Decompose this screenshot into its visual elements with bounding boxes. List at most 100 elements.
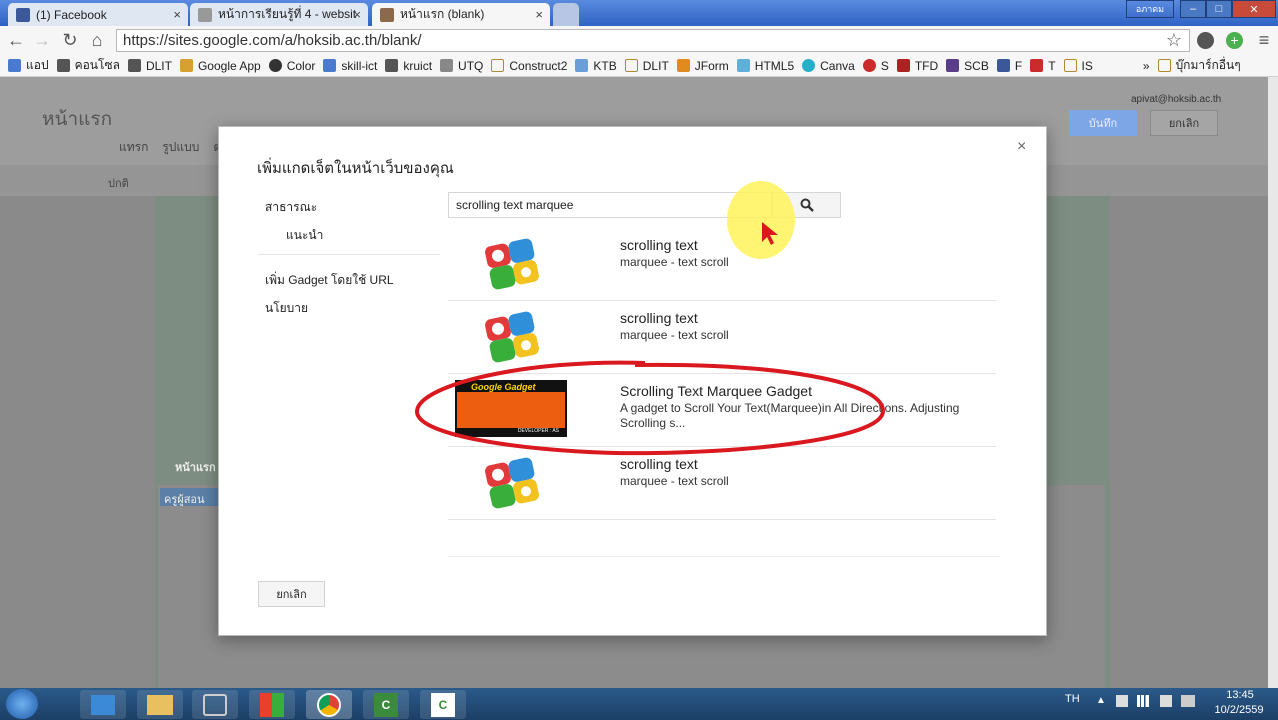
close-tab-icon[interactable]: × — [353, 7, 361, 22]
gadget-search-input[interactable]: scrolling text marquee — [448, 192, 772, 218]
taskbar-app-icon[interactable] — [80, 690, 126, 719]
url-text: https://sites.google.com/a/hoksib.ac.th/… — [123, 32, 422, 49]
close-window-button[interactable]: ✕ — [1232, 0, 1276, 18]
reload-icon[interactable]: ↻ — [59, 30, 81, 51]
start-button[interactable] — [6, 689, 38, 719]
bookmark-label: kruict — [403, 58, 433, 73]
profile-badge[interactable]: อภาดม — [1126, 0, 1174, 18]
bookmark-icon — [385, 59, 399, 72]
bookmarks-bar: แอป คอนโซล DLIT Google App Color skill-i… — [0, 55, 1278, 77]
dialog-cancel-button[interactable]: ยกเลิก — [258, 581, 325, 607]
bookmark-icon — [575, 59, 589, 72]
signal-icon[interactable] — [1137, 695, 1149, 707]
bookmark-item[interactable]: Canva — [802, 59, 855, 73]
sidebar-recommended[interactable]: แนะนำ — [286, 226, 323, 245]
tab-home-blank[interactable]: หน้าแรก (blank) × — [372, 3, 550, 26]
taskbar-chrome[interactable] — [306, 690, 352, 719]
extension-icon[interactable] — [1197, 32, 1214, 49]
save-button[interactable]: บันทึก — [1069, 110, 1137, 136]
new-tab-button[interactable] — [553, 3, 579, 26]
nav-teacher-label: ครูผู้สอน — [160, 488, 220, 506]
camtasia-recorder-icon: C — [431, 692, 455, 717]
maximize-button[interactable]: □ — [1206, 0, 1232, 18]
bookmark-item[interactable]: kruict — [385, 59, 432, 73]
bookmark-item[interactable]: HTML5 — [736, 59, 794, 73]
bookmark-item[interactable]: skill-ict — [323, 59, 377, 73]
home-icon[interactable]: ⌂ — [86, 30, 108, 51]
cancel-edit-button[interactable]: ยกเลิก — [1150, 110, 1218, 136]
bookmark-label: แอป — [26, 58, 49, 72]
sidebar-add-by-url[interactable]: เพิ่ม Gadget โดยใช้ URL — [265, 271, 394, 290]
bookmark-label: Google App — [197, 58, 261, 73]
tab-label: หน้าการเรียนรู้ที่ 4 - websit — [218, 7, 357, 21]
forward-icon[interactable]: → — [31, 30, 53, 51]
clock-time[interactable]: 13:45 — [1220, 689, 1260, 701]
bookmark-label: KTB — [593, 58, 617, 73]
bookmark-label: S — [880, 58, 889, 73]
clock-date[interactable]: 10/2/2559 — [1209, 704, 1269, 716]
bookmark-item[interactable]: JForm — [676, 59, 729, 73]
close-tab-icon[interactable]: × — [173, 7, 181, 22]
taskbar-explorer[interactable] — [137, 690, 183, 719]
profile-label: อภาดม — [1135, 4, 1165, 14]
bookmark-item[interactable]: แอป — [8, 56, 49, 75]
result-title[interactable]: scrolling text — [620, 237, 698, 253]
bookmark-item[interactable]: T — [1030, 59, 1056, 73]
result-title[interactable]: scrolling text — [620, 310, 698, 326]
bookmark-item[interactable]: คอนโซล — [56, 56, 120, 75]
gadget-result[interactable]: scrolling text marquee - text scroll — [448, 228, 996, 301]
facebook-icon — [996, 59, 1010, 72]
bookmark-label: SCB — [964, 58, 989, 73]
taskbar-office[interactable] — [249, 690, 295, 719]
bookmark-item[interactable]: UTQ — [440, 59, 483, 73]
bookmark-item[interactable]: Color — [268, 59, 315, 73]
page-scrollbar[interactable] — [1268, 77, 1278, 688]
tray-app-icon[interactable] — [1160, 695, 1172, 707]
close-tab-icon[interactable]: × — [535, 7, 543, 22]
bookmark-item[interactable]: S — [862, 58, 889, 73]
bookmark-item[interactable]: TFD — [896, 59, 938, 73]
add-extension-icon[interactable]: + — [1226, 32, 1243, 49]
tray-expand-icon[interactable]: ▲ — [1096, 695, 1106, 706]
camtasia-icon: C — [374, 692, 398, 717]
taskbar-camtasia-2[interactable]: C — [420, 690, 466, 719]
tray-app-icon[interactable] — [1116, 695, 1128, 707]
result-description: marquee - text scroll — [620, 474, 729, 488]
minimize-button[interactable]: – — [1180, 0, 1206, 18]
bookmark-item[interactable]: DLIT — [127, 59, 172, 73]
folder-icon — [147, 694, 173, 715]
bookmark-icon — [440, 59, 454, 72]
menu-insert[interactable]: แทรก — [119, 138, 148, 157]
bookmark-label: Canva — [820, 58, 855, 73]
other-bookmarks[interactable]: บุ๊กมาร์กอื่นๆ — [1157, 56, 1241, 75]
font-style-select[interactable]: ปกติ — [108, 174, 129, 192]
account-email[interactable]: apivat@hoksib.ac.th — [1131, 94, 1221, 105]
close-icon[interactable]: × — [1017, 138, 1026, 156]
mouse-pointer-icon — [762, 222, 778, 245]
bookmark-item[interactable]: Google App — [179, 58, 261, 73]
bookmark-folder[interactable]: DLIT — [624, 59, 669, 73]
bookmark-item[interactable]: SCB — [946, 59, 989, 73]
volume-muted-icon[interactable] — [1181, 695, 1195, 707]
menu-format[interactable]: รูปแบบ — [162, 138, 199, 157]
menu-icon[interactable]: ≡ — [1253, 30, 1275, 51]
address-bar[interactable]: https://sites.google.com/a/hoksib.ac.th/… — [116, 29, 1190, 52]
bookmarks-more[interactable]: » — [1143, 59, 1150, 73]
taskbar-camtasia-1[interactable]: C — [363, 690, 409, 719]
bookmark-item[interactable]: KTB — [575, 58, 617, 73]
bookmark-star-icon[interactable]: ☆ — [1163, 30, 1185, 51]
tab-lesson[interactable]: หน้าการเรียนรู้ที่ 4 - websit × — [190, 3, 368, 26]
language-indicator[interactable]: TH — [1065, 693, 1080, 705]
gadget-tiles-icon — [485, 238, 539, 290]
sidebar-divider — [258, 254, 440, 255]
sidebar-policy[interactable]: นโยบาย — [265, 299, 308, 318]
bookmark-folder[interactable]: Construct2 — [491, 59, 567, 73]
folder-icon — [1063, 59, 1077, 72]
taskbar-search-tool[interactable] — [192, 690, 238, 719]
sidebar-public[interactable]: สาธารณะ — [265, 198, 317, 217]
bookmark-label: F — [1014, 58, 1023, 73]
tab-facebook[interactable]: (1) Facebook × — [8, 3, 188, 26]
bookmark-folder[interactable]: IS — [1063, 59, 1093, 73]
back-icon[interactable]: ← — [5, 30, 27, 51]
bookmark-item[interactable]: F — [996, 58, 1023, 73]
